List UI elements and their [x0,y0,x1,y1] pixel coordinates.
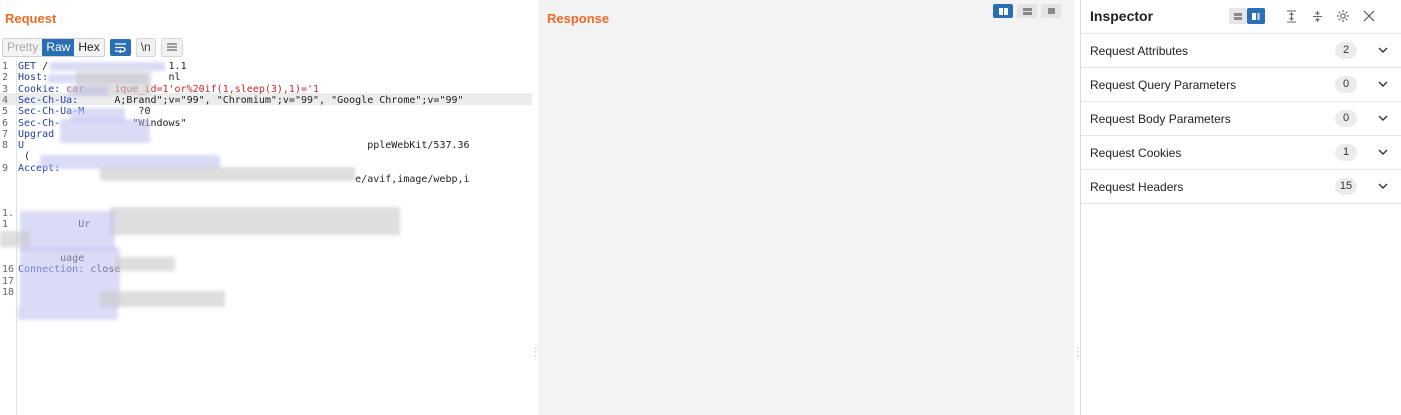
line-number: 9 [2,162,9,174]
menu-button[interactable] [160,37,183,57]
wrap-lines-button[interactable] [109,38,131,56]
close-button[interactable] [1361,8,1377,24]
chevron-down-icon[interactable] [1378,79,1388,91]
request-line: Sec-Ch-Ua: A;Brand";v="99", "Chromium";v… [18,95,464,106]
chevron-down-icon[interactable] [1378,147,1388,159]
redaction [100,167,355,181]
single-view-toggle[interactable] [1041,4,1061,18]
redaction [0,231,30,247]
header-name: Sec-Ch- [18,117,61,129]
redaction [60,119,150,143]
request-pane: Request Pretty Raw Hex \n 1 GET / 1.1 2 H [0,0,532,415]
section-label: Request Attributes [1090,43,1189,58]
line-number: 2 [2,72,9,84]
settings-button[interactable] [1335,8,1351,24]
chevron-down-icon[interactable] [1378,181,1388,193]
redaction [115,257,175,271]
inspector-pane: Inspector Request Attributes 2 Request Que… [1080,0,1401,415]
tab-hex[interactable]: Hex [74,38,104,56]
request-line: ( [18,151,30,162]
response-pane: Response [538,0,1074,415]
single-view-icon [1047,8,1055,14]
line-number: 7 [2,128,9,140]
request-line: Cookie: car ique_id=1'or%20if(1,sleep(3)… [18,84,319,95]
list-layout-icon [1234,12,1242,20]
request-line: Upgrad [18,129,54,140]
header-name: Cookie: [18,83,67,95]
list-layout-button[interactable] [1229,8,1247,24]
line-number: 18 [2,287,15,298]
tab-raw[interactable]: Raw [42,38,75,56]
section-count-badge: 0 [1335,76,1357,93]
header-name: Sec-Ch-Ua: [18,94,79,106]
section-divider [1081,203,1401,204]
horizontal-view-toggle[interactable] [1017,4,1037,18]
response-title: Response [547,11,610,26]
redaction [20,211,115,251]
section-count-badge: 1 [1335,144,1357,161]
panel-layout-button[interactable] [1247,8,1265,24]
header-value: ( [18,151,31,163]
line-number: 16 [2,264,15,276]
line-number: 17 [2,275,15,287]
expand-all-button[interactable] [1283,8,1299,24]
collapse-all-icon [1312,10,1322,22]
panel-layout-icon [1252,12,1260,20]
request-toolbar: Pretty Raw Hex \n [2,37,183,57]
hamburger-icon [166,43,177,51]
split-view-icon [998,7,1008,15]
inspector-section[interactable]: Request Attributes 2 [1081,33,1401,67]
section-label: Request Query Parameters [1090,77,1237,92]
header-name: Upgrad [18,128,55,140]
redaction [68,86,108,96]
header-name: Host: [18,72,49,84]
redaction [110,207,400,235]
show-newlines-button[interactable]: \n [135,37,156,57]
inspector-section[interactable]: Request Headers 15 [1081,169,1401,203]
collapse-all-button[interactable] [1309,8,1325,24]
line-number: 1. [2,207,15,219]
line-number: 1 [2,61,9,72]
redaction [18,306,118,320]
tab-pretty[interactable]: Pretty [3,38,43,56]
section-count-badge: 0 [1335,110,1357,127]
request-view-tabs: Pretty Raw Hex [2,37,105,57]
inspector-section[interactable]: Request Body Parameters 0 [1081,101,1401,135]
inspector-title: Inspector [1090,8,1154,24]
line-number: 1 [2,219,9,231]
section-count-badge: 2 [1335,42,1357,59]
chevron-down-icon[interactable] [1378,45,1388,57]
split-view-toggle[interactable] [993,4,1013,18]
redaction [100,291,225,307]
line-number: 3 [2,83,9,95]
section-label: Request Headers [1090,179,1184,194]
line-number: 6 [2,117,9,129]
section-count-badge: 15 [1335,178,1357,195]
request-title: Request [5,11,57,26]
newline-label: \n [140,39,151,54]
section-label: Request Body Parameters [1090,111,1231,126]
horizontal-view-icon [1022,7,1032,15]
line-number: 8 [2,140,9,152]
section-label: Request Cookies [1090,145,1182,160]
line-number: 4 [2,94,9,106]
inspector-section[interactable]: Request Cookies 1 [1081,135,1401,169]
chevron-down-icon[interactable] [1378,113,1388,125]
line-number: 5 [2,106,9,118]
header-name: GET [18,61,43,72]
request-editor[interactable]: 1 GET / 1.1 2 Host: nl 3 Cookie: car ique_id=… [0,61,532,415]
wrap-lines-icon [114,42,126,53]
close-icon [1363,10,1375,22]
inspector-section[interactable]: Request Query Parameters 0 [1081,67,1401,101]
expand-all-icon [1286,10,1296,22]
gear-icon [1337,10,1349,22]
header-value: A;Brand";v="99", "Chromium";v="99", "Goo… [78,94,464,106]
redaction [50,62,165,71]
